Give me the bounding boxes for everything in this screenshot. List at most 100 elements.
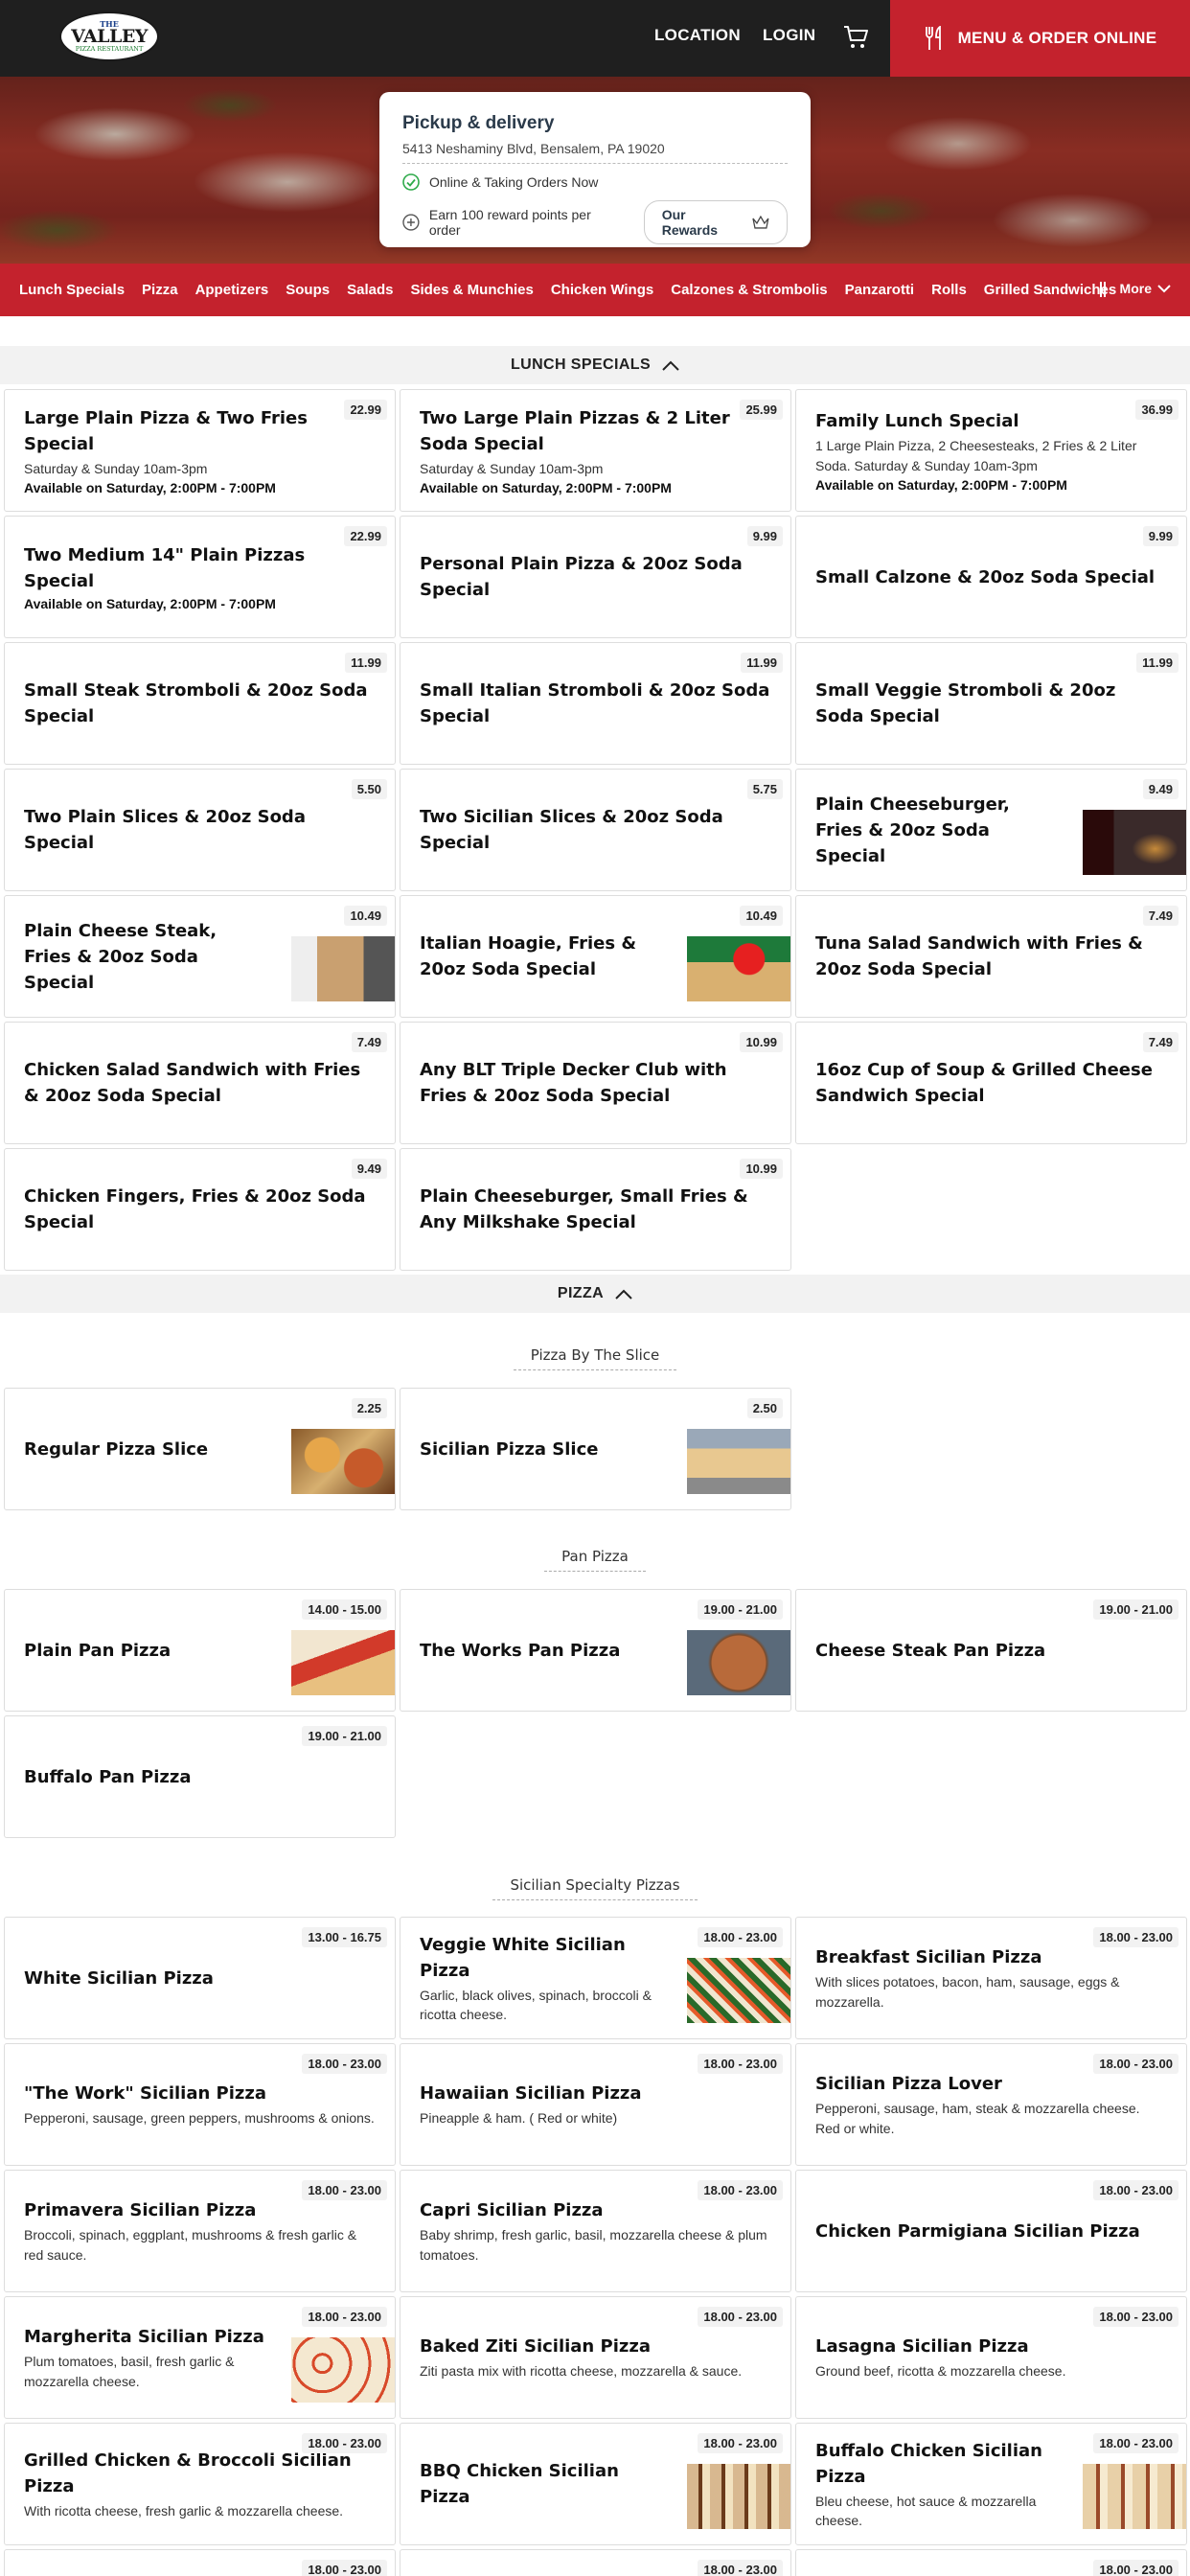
menu-item-card[interactable]: 18.00 - 23.00 Chicken Parmigiana Sicilian… xyxy=(795,2170,1187,2292)
price-badge: 5.75 xyxy=(746,779,783,799)
menu-item-card[interactable]: 9.99 Personal Plain Pizza & 20oz Soda Spe… xyxy=(400,516,791,638)
menu-item-card[interactable]: 36.99 Family Lunch Special 1 Large Plain P… xyxy=(795,389,1187,512)
item-name: "The Work" Sicilian Pizza xyxy=(24,2083,267,2104)
sicilian-specialty-grid: 13.00 - 16.75 White Sicilian Pizza 18.00 -… xyxy=(4,1917,1187,2576)
menu-item-card[interactable]: 5.75 Two Sicilian Slices & 20oz Soda Spec… xyxy=(400,769,791,891)
menu-item-card[interactable]: 9.49 Plain Cheeseburger, Fries & 20oz Sod… xyxy=(795,769,1187,891)
menu-item-card[interactable]: 18.00 - 23.00 Grilled Chicken & Broccoli … xyxy=(4,2423,396,2545)
menu-item-card[interactable]: 7.49 Tuna Salad Sandwich with Fries & 20o… xyxy=(795,895,1187,1018)
menu-item-card[interactable]: 9.49 Chicken Fingers, Fries & 20oz Soda S… xyxy=(4,1148,396,1271)
menu-item-card[interactable]: 10.99 Plain Cheeseburger, Small Fries & A… xyxy=(400,1148,791,1271)
menu-item-card[interactable]: 14.00 - 15.00 Plain Pan Pizza xyxy=(4,1589,396,1712)
more-categories-button[interactable]: More xyxy=(1120,281,1171,296)
cart-icon[interactable] xyxy=(843,25,870,50)
lunch-specials-grid: 22.99 Large Plain Pizza & Two Fries Speci… xyxy=(4,389,1187,1271)
menu-item-card[interactable]: 18.00 - 23.00 Sicilian Pizza Lover Peppero… xyxy=(795,2043,1187,2166)
check-circle-icon xyxy=(402,173,420,191)
menu-item-card[interactable]: 5.50 Two Plain Slices & 20oz Soda Special xyxy=(4,769,396,891)
item-name: Plain Cheeseburger, Small Fries & Any Mi… xyxy=(420,1186,748,1232)
price-badge: 9.49 xyxy=(1142,779,1179,799)
item-name: Cheese Steak Pan Pizza xyxy=(815,1640,1046,1661)
order-button-label: MENU & ORDER ONLINE xyxy=(957,29,1157,47)
menu-item-card[interactable]: 19.00 - 21.00 Buffalo Pan Pizza xyxy=(4,1715,396,1838)
price-badge: 18.00 - 23.00 xyxy=(1093,2180,1179,2200)
menu-item-card[interactable]: 9.99 Small Calzone & 20oz Soda Special xyxy=(795,516,1187,638)
menu-item-card[interactable]: 7.49 16oz Cup of Soup & Grilled Cheese Sa… xyxy=(795,1022,1187,1144)
item-name: Grilled Chicken & Broccoli Sicilian Pizz… xyxy=(24,2450,352,2496)
menu-item-card[interactable]: 2.50 Sicilian Pizza Slice xyxy=(400,1388,791,1510)
menu-item-card[interactable]: 7.49 Chicken Salad Sandwich with Fries & … xyxy=(4,1022,396,1144)
item-description: Pineapple & ham. ( Red or white) xyxy=(420,2110,618,2127)
menu-item-card[interactable]: 11.99 Small Steak Stromboli & 20oz Soda S… xyxy=(4,642,396,765)
menu-item-card[interactable]: 18.00 - 23.00 Margherita Sicilian Pizza Pl… xyxy=(4,2296,396,2419)
menu-item-card[interactable]: 18.00 - 23.00 Capri Sicilian Pizza Baby sh… xyxy=(400,2170,791,2292)
menu-item-card[interactable]: 18.00 - 23.00 "The Work" Sicilian Pizza Pe… xyxy=(4,2043,396,2166)
item-description: With slices potatoes, bacon, ham, sausag… xyxy=(815,1974,1120,2010)
pickup-info-card: Pickup & delivery 5413 Neshaminy Blvd, B… xyxy=(379,92,811,247)
price-badge: 25.99 xyxy=(740,400,783,420)
lunch-specials-header[interactable]: LUNCH SPECIALS xyxy=(0,346,1190,384)
menu-item-card[interactable]: 19.00 - 21.00 Cheese Steak Pan Pizza xyxy=(795,1589,1187,1712)
item-description: With ricotta cheese, fresh garlic & mozz… xyxy=(24,2502,344,2518)
price-badge: 19.00 - 21.00 xyxy=(1093,1599,1179,1620)
menu-item-card[interactable]: 18.00 - 23.00 xyxy=(795,2549,1187,2576)
menu-item-card[interactable]: 11.99 Small Veggie Stromboli & 20oz Soda … xyxy=(795,642,1187,765)
price-badge: 13.00 - 16.75 xyxy=(302,1927,387,1947)
menu-item-card[interactable]: 10.49 Italian Hoagie, Fries & 20oz Soda S… xyxy=(400,895,791,1018)
menu-item-card[interactable]: 18.00 - 23.00 Primavera Sicilian Pizza Bro… xyxy=(4,2170,396,2292)
pause-icon[interactable] xyxy=(1100,282,1106,297)
login-link[interactable]: LOGIN xyxy=(763,26,815,45)
category-link[interactable]: Calzones & Strombolis xyxy=(671,282,827,298)
menu-item-card[interactable]: 18.00 - 23.00 Buffalo Chicken Sicilian Pi… xyxy=(795,2423,1187,2545)
plus-circle-icon xyxy=(402,214,420,231)
menu-item-card[interactable]: 18.00 - 23.00 BBQ Chicken Sicilian Pizza xyxy=(400,2423,791,2545)
menu-item-card[interactable]: 18.00 - 23.00 Hawaiian Sicilian Pizza Pine… xyxy=(400,2043,791,2166)
category-link[interactable]: Appetizers xyxy=(195,282,269,298)
our-rewards-button[interactable]: Our Rewards xyxy=(643,200,788,244)
menu-item-card[interactable]: 18.00 - 23.00 Breakfast Sicilian Pizza Wit… xyxy=(795,1917,1187,2039)
price-badge: 2.50 xyxy=(746,1398,783,1418)
menu-item-card[interactable]: 18.00 - 23.00 Baked Ziti Sicilian Pizza Zi… xyxy=(400,2296,791,2419)
menu-item-card[interactable]: 18.00 - 23.00 xyxy=(400,2549,791,2576)
menu-item-card[interactable]: 10.99 Any BLT Triple Decker Club with Fri… xyxy=(400,1022,791,1144)
category-link[interactable]: Lunch Specials xyxy=(19,282,125,298)
menu-item-card[interactable]: 2.25 Regular Pizza Slice xyxy=(4,1388,396,1510)
category-link[interactable]: Soups xyxy=(286,282,330,298)
price-badge: 18.00 - 23.00 xyxy=(1093,2307,1179,2327)
item-description: Ziti pasta mix with ricotta cheese, mozz… xyxy=(420,2363,743,2380)
price-badge: 7.49 xyxy=(1142,906,1179,926)
item-name: Breakfast Sicilian Pizza xyxy=(815,1947,1042,1968)
menu-item-card[interactable]: 10.49 Plain Cheese Steak, Fries & 20oz So… xyxy=(4,895,396,1018)
category-link[interactable]: Rolls xyxy=(931,282,967,298)
location-link[interactable]: LOCATION xyxy=(654,26,741,45)
item-photo xyxy=(291,936,395,1001)
pizza-by-slice-grid: 2.25 Regular Pizza Slice 2.50 Sicilian Pizz… xyxy=(4,1388,1186,1510)
rewards-row: Earn 100 reward points per order Our Rew… xyxy=(402,200,788,244)
price-badge: 7.49 xyxy=(1142,1032,1179,1052)
item-photo xyxy=(291,1429,395,1494)
category-link[interactable]: Grilled Sandwiches xyxy=(984,282,1116,298)
menu-item-card[interactable]: 11.99 Small Italian Stromboli & 20oz Soda… xyxy=(400,642,791,765)
menu-item-card[interactable]: 22.99 Large Plain Pizza & Two Fries Speci… xyxy=(4,389,396,512)
menu-order-online-button[interactable]: MENU & ORDER ONLINE xyxy=(890,0,1190,77)
restaurant-logo[interactable]: THE VALLEY PIZZA RESTAURANT xyxy=(59,12,159,61)
pizza-header[interactable]: PIZZA xyxy=(0,1275,1190,1313)
pan-pizza-grid: 14.00 - 15.00 Plain Pan Pizza 19.00 - 21.0… xyxy=(4,1589,1187,1838)
menu-item-card[interactable]: 18.00 - 23.00 Lasagna Sicilian Pizza Groun… xyxy=(795,2296,1187,2419)
menu-item-card[interactable]: 18.00 - 23.00 xyxy=(4,2549,396,2576)
menu-item-card[interactable]: 19.00 - 21.00 The Works Pan Pizza xyxy=(400,1589,791,1712)
category-link[interactable]: Panzarotti xyxy=(845,282,915,298)
item-description: Baby shrimp, fresh garlic, basil, mozzar… xyxy=(420,2227,767,2263)
price-badge: 10.99 xyxy=(740,1159,783,1179)
menu-item-card[interactable]: 18.00 - 23.00 Veggie White Sicilian Pizza… xyxy=(400,1917,791,2039)
menu-item-card[interactable]: 13.00 - 16.75 White Sicilian Pizza xyxy=(4,1917,396,2039)
menu-item-card[interactable]: 25.99 Two Large Plain Pizzas & 2 Liter So… xyxy=(400,389,791,512)
category-link[interactable]: Chicken Wings xyxy=(551,282,653,298)
item-name: Small Veggie Stromboli & 20oz Soda Speci… xyxy=(815,680,1116,726)
category-link[interactable]: Pizza xyxy=(142,282,178,298)
category-link[interactable]: Salads xyxy=(347,282,393,298)
price-badge: 18.00 - 23.00 xyxy=(302,2307,387,2327)
menu-item-card[interactable]: 22.99 Two Medium 14" Plain Pizzas Special… xyxy=(4,516,396,638)
category-link[interactable]: Sides & Munchies xyxy=(410,282,533,298)
item-name: Tuna Salad Sandwich with Fries & 20oz So… xyxy=(815,933,1143,979)
